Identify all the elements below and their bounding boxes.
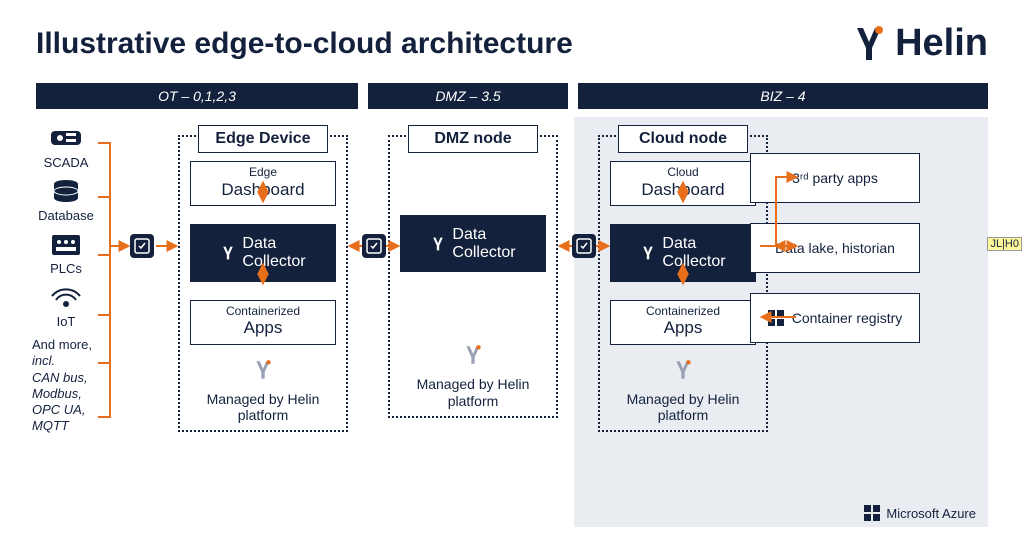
helin-y-icon [220, 245, 236, 261]
edge-apps-box: Containerized Apps [190, 300, 336, 345]
brand-name: Helin [895, 22, 988, 65]
edge-collector-s: Collector [242, 253, 305, 271]
source-scada: SCADA [32, 125, 100, 170]
cloud-apps-box: Containerized Apps [610, 300, 756, 345]
azure-label: Microsoft Azure [886, 506, 976, 521]
dmz-node: DMZ node Data Collector Managed by Helin… [388, 135, 558, 418]
edge-dashboard-small: Edge [191, 166, 335, 180]
edge-apps-small: Containerized [191, 305, 335, 319]
zone-header-ot: OT – 0,1,2,3 [36, 83, 358, 109]
source-label: IoT [32, 314, 100, 329]
helin-y-icon [252, 359, 274, 381]
source-more-line3: CAN bus, Modbus, OPC UA, MQTT [32, 370, 100, 435]
cloud-collector-box: Data Collector [610, 224, 756, 281]
source-label: PLCs [32, 261, 100, 276]
dmz-collector-t: Data [452, 226, 515, 244]
dmz-collector-box: Data Collector [400, 215, 546, 272]
edge-collector-t: Data [242, 235, 305, 253]
azure-tag: Microsoft Azure [864, 505, 976, 521]
edge-apps-big: Apps [191, 318, 335, 338]
page-title: Illustrative edge-to-cloud architecture [36, 27, 573, 61]
edge-node: Edge Device Edge Dashboard Data Collecto… [178, 135, 348, 432]
sources-column: SCADA Database PLCs IoT A [32, 125, 100, 435]
right-apps-column: 3ʳᵈ party apps Data lake, historian Cont… [750, 153, 920, 343]
registry-label: Container registry [792, 310, 903, 327]
helin-y-icon [640, 245, 656, 261]
cloud-dashboard-big: Dashboard [611, 180, 755, 200]
iot-icon [48, 284, 84, 312]
source-more-line2: incl. [32, 353, 100, 369]
windows-icon [864, 505, 880, 521]
third-party-label: 3ʳᵈ party apps [792, 170, 878, 187]
database-icon [48, 178, 84, 206]
source-more-line1: And more, [32, 337, 100, 353]
cloud-node: Cloud node Cloud Dashboard Data Collecto… [598, 135, 768, 432]
container-registry-box: Container registry [750, 293, 920, 343]
cloud-collector-t: Data [662, 235, 725, 253]
cloud-managed: Managed by Helin platform [610, 359, 756, 424]
third-party-apps-box: 3ʳᵈ party apps [750, 153, 920, 203]
edge-managed-text: Managed by Helin platform [190, 391, 336, 425]
plcs-icon [48, 231, 84, 259]
helin-logo-icon [849, 24, 889, 64]
source-database: Database [32, 178, 100, 223]
scada-icon [48, 125, 84, 153]
cloud-dashboard-small: Cloud [611, 166, 755, 180]
windows-icon [768, 310, 784, 326]
zone-header-dmz: DMZ – 3.5 [368, 83, 568, 109]
data-lake-box: Data lake, historian [750, 223, 920, 273]
dmz-collector-s: Collector [452, 244, 515, 262]
helin-y-icon [462, 344, 484, 366]
review-annotation: JL|H0 [987, 237, 1022, 251]
edge-collector-box: Data Collector [190, 224, 336, 281]
source-label: Database [32, 208, 100, 223]
data-lake-label: Data lake, historian [775, 240, 895, 257]
cloud-collector-s: Collector [662, 253, 725, 271]
helin-y-icon [672, 359, 694, 381]
edge-dashboard-box: Edge Dashboard [190, 161, 336, 206]
brand-logo: Helin [849, 22, 988, 65]
dmz-title: DMZ node [408, 125, 538, 153]
cloud-apps-small: Containerized [611, 305, 755, 319]
dmz-managed-text: Managed by Helin platform [400, 376, 546, 410]
edge-title: Edge Device [198, 125, 328, 153]
cloud-dashboard-box: Cloud Dashboard [610, 161, 756, 206]
edge-dashboard-big: Dashboard [191, 180, 335, 200]
diagram-area: SCADA Database PLCs IoT A [36, 117, 988, 537]
source-plcs: PLCs [32, 231, 100, 276]
cloud-apps-big: Apps [611, 318, 755, 338]
edge-managed: Managed by Helin platform [190, 359, 336, 424]
zone-header-biz: BIZ – 4 [578, 83, 988, 109]
cloud-title: Cloud node [618, 125, 748, 153]
source-more: And more, incl. CAN bus, Modbus, OPC UA,… [32, 337, 100, 435]
source-label: SCADA [32, 155, 100, 170]
cloud-managed-text: Managed by Helin platform [610, 391, 756, 425]
dmz-managed: Managed by Helin platform [400, 344, 546, 409]
helin-y-icon [430, 236, 446, 252]
source-iot: IoT [32, 284, 100, 329]
